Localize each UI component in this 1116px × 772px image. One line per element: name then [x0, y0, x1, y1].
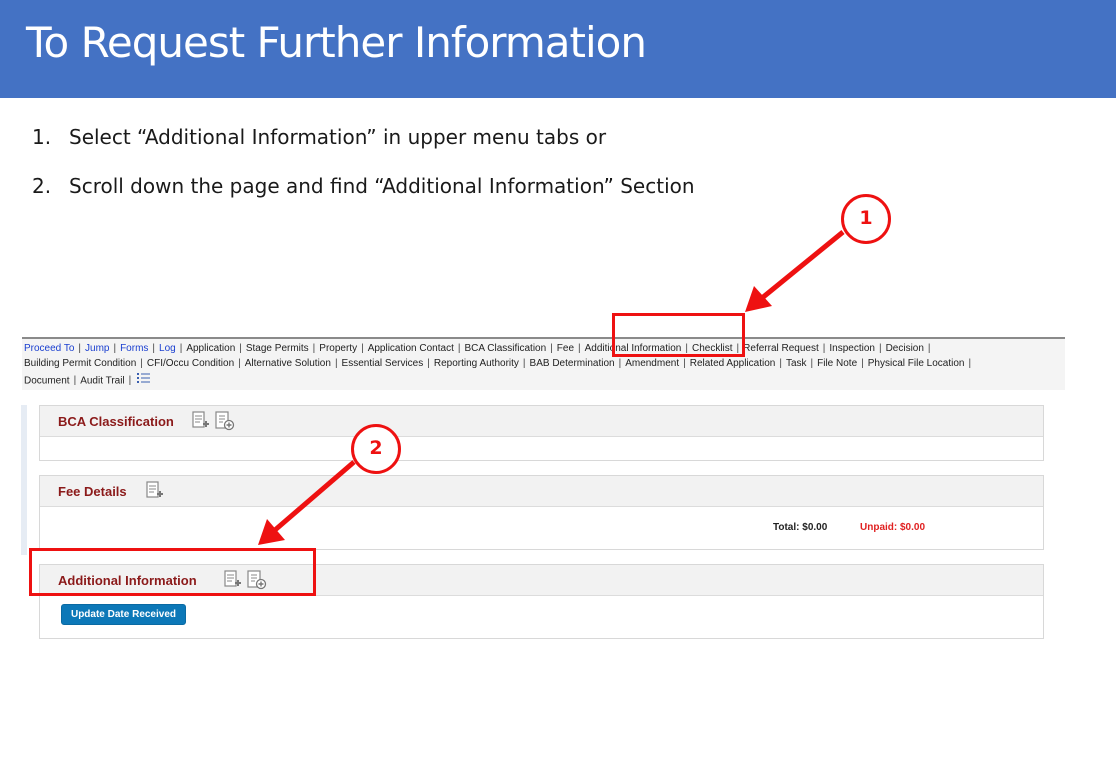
- menu-item-physical-file-location[interactable]: Physical File Location: [868, 358, 965, 369]
- menu-separator: |: [427, 358, 430, 369]
- menu-separator: |: [140, 358, 143, 369]
- update-date-received-button[interactable]: Update Date Received: [61, 604, 186, 625]
- panel-header: Fee Details: [40, 476, 1043, 507]
- panel-title: Fee Details: [58, 484, 127, 499]
- menu-item-amendment[interactable]: Amendment: [625, 358, 679, 369]
- step-number: 1.: [32, 125, 52, 149]
- fee-total: Total: $0.00: [773, 522, 828, 533]
- menu-separator: |: [128, 375, 132, 387]
- menu-line-1: Proceed To | Jump | Forms | Log | Application | St…: [24, 341, 935, 357]
- menu-item-jump[interactable]: Jump: [85, 343, 109, 354]
- menu-separator: |: [179, 343, 183, 354]
- menu-item-application[interactable]: Application: [186, 343, 235, 354]
- menu-separator: |: [334, 358, 338, 369]
- menu-separator: |: [618, 358, 622, 369]
- menu-separator: |: [457, 343, 461, 354]
- menu-separator: |: [312, 343, 316, 354]
- step-1: 1. Select “Additional Information” in upp…: [32, 125, 606, 149]
- menu-separator: |: [810, 358, 814, 369]
- step-text: Select “Additional Information” in upper…: [69, 125, 607, 149]
- menu-item-bca-classification[interactable]: BCA Classification: [464, 343, 546, 354]
- menu-item-audit-trail[interactable]: Audit Trail: [80, 375, 124, 386]
- menu-item-essential-services[interactable]: Essential Services: [342, 358, 424, 369]
- fee-details-panel: Fee Details Total: $0.00 Unpaid: $0.00: [39, 475, 1044, 550]
- menu-item-alternative-solution[interactable]: Alternative Solution: [245, 358, 331, 369]
- menu-separator: |: [238, 358, 241, 369]
- menu-separator: |: [861, 358, 864, 369]
- menu-separator: |: [779, 358, 782, 369]
- menu-item-property[interactable]: Property: [319, 343, 357, 354]
- menu-separator: |: [239, 343, 242, 354]
- menu-item-referral-request[interactable]: Referral Request: [743, 343, 819, 354]
- menu-line-3: Document | Audit Trail |: [24, 372, 151, 390]
- document-add-icon[interactable]: [146, 481, 164, 505]
- menu-item-application-contact[interactable]: Application Contact: [368, 343, 454, 354]
- menu-item-proceed-to[interactable]: Proceed To: [24, 343, 74, 354]
- fee-unpaid: Unpaid: $0.00: [860, 522, 926, 533]
- menu-item-cfi-occu-condition[interactable]: CFI/Occu Condition: [147, 358, 234, 369]
- panel-header: BCA Classification: [40, 406, 1043, 437]
- menu-line-2: Building Permit Condition | CFI/Occu Condi…: [24, 356, 975, 372]
- menu-separator: |: [361, 343, 364, 354]
- menu-separator: |: [968, 358, 972, 369]
- bca-classification-panel: BCA Classification: [39, 405, 1044, 461]
- highlight-box-section: [29, 548, 316, 596]
- menu-item-stage-permits[interactable]: Stage Permits: [246, 343, 309, 354]
- step-text: Scroll down the page and find “Additiona…: [69, 174, 695, 198]
- menu-separator: |: [578, 343, 581, 354]
- callout-2: 2: [351, 424, 401, 474]
- slide-title: To Request Further Information: [26, 18, 647, 67]
- menu-separator: |: [822, 343, 826, 354]
- menu-separator: |: [878, 343, 882, 354]
- menu-separator: |: [113, 343, 117, 354]
- menu-item-task[interactable]: Task: [786, 358, 807, 369]
- menu-separator: |: [683, 358, 686, 369]
- document-add-icon[interactable]: [192, 411, 210, 435]
- left-accent-bar: [21, 405, 27, 555]
- menu-item-log[interactable]: Log: [159, 343, 176, 354]
- menu-item-building-permit-condition[interactable]: Building Permit Condition: [24, 358, 136, 369]
- step-2: 2. Scroll down the page and find “Additio…: [32, 174, 695, 198]
- menu-item-reporting-authority[interactable]: Reporting Authority: [434, 358, 519, 369]
- step-number: 2.: [32, 174, 52, 198]
- menu-item-decision[interactable]: Decision: [886, 343, 924, 354]
- menu-separator: |: [78, 343, 82, 354]
- menu-item-bab-determination[interactable]: BAB Determination: [530, 358, 615, 369]
- menu-separator: |: [152, 343, 156, 354]
- menu-item-inspection[interactable]: Inspection: [829, 343, 875, 354]
- menu-item-fee[interactable]: Fee: [557, 343, 574, 354]
- application-menu-bar: Proceed To | Jump | Forms | Log | Application | St…: [22, 337, 1065, 390]
- menu-item-file-note[interactable]: File Note: [817, 358, 857, 369]
- panel-title: BCA Classification: [58, 414, 174, 429]
- arrow-1: [745, 230, 845, 312]
- menu-item-related-application[interactable]: Related Application: [690, 358, 776, 369]
- menu-item-document[interactable]: Document: [24, 375, 70, 386]
- menu-separator: |: [73, 375, 77, 387]
- menu-item-forms[interactable]: Forms: [120, 343, 148, 354]
- list-icon[interactable]: [137, 372, 151, 390]
- menu-separator: |: [927, 343, 931, 354]
- highlight-box-menu: [612, 313, 745, 357]
- callout-1: 1: [841, 194, 891, 244]
- menu-separator: |: [550, 343, 553, 354]
- slide-header: To Request Further Information: [0, 0, 1116, 98]
- menu-separator: |: [522, 358, 526, 369]
- list-add-icon[interactable]: [215, 411, 235, 436]
